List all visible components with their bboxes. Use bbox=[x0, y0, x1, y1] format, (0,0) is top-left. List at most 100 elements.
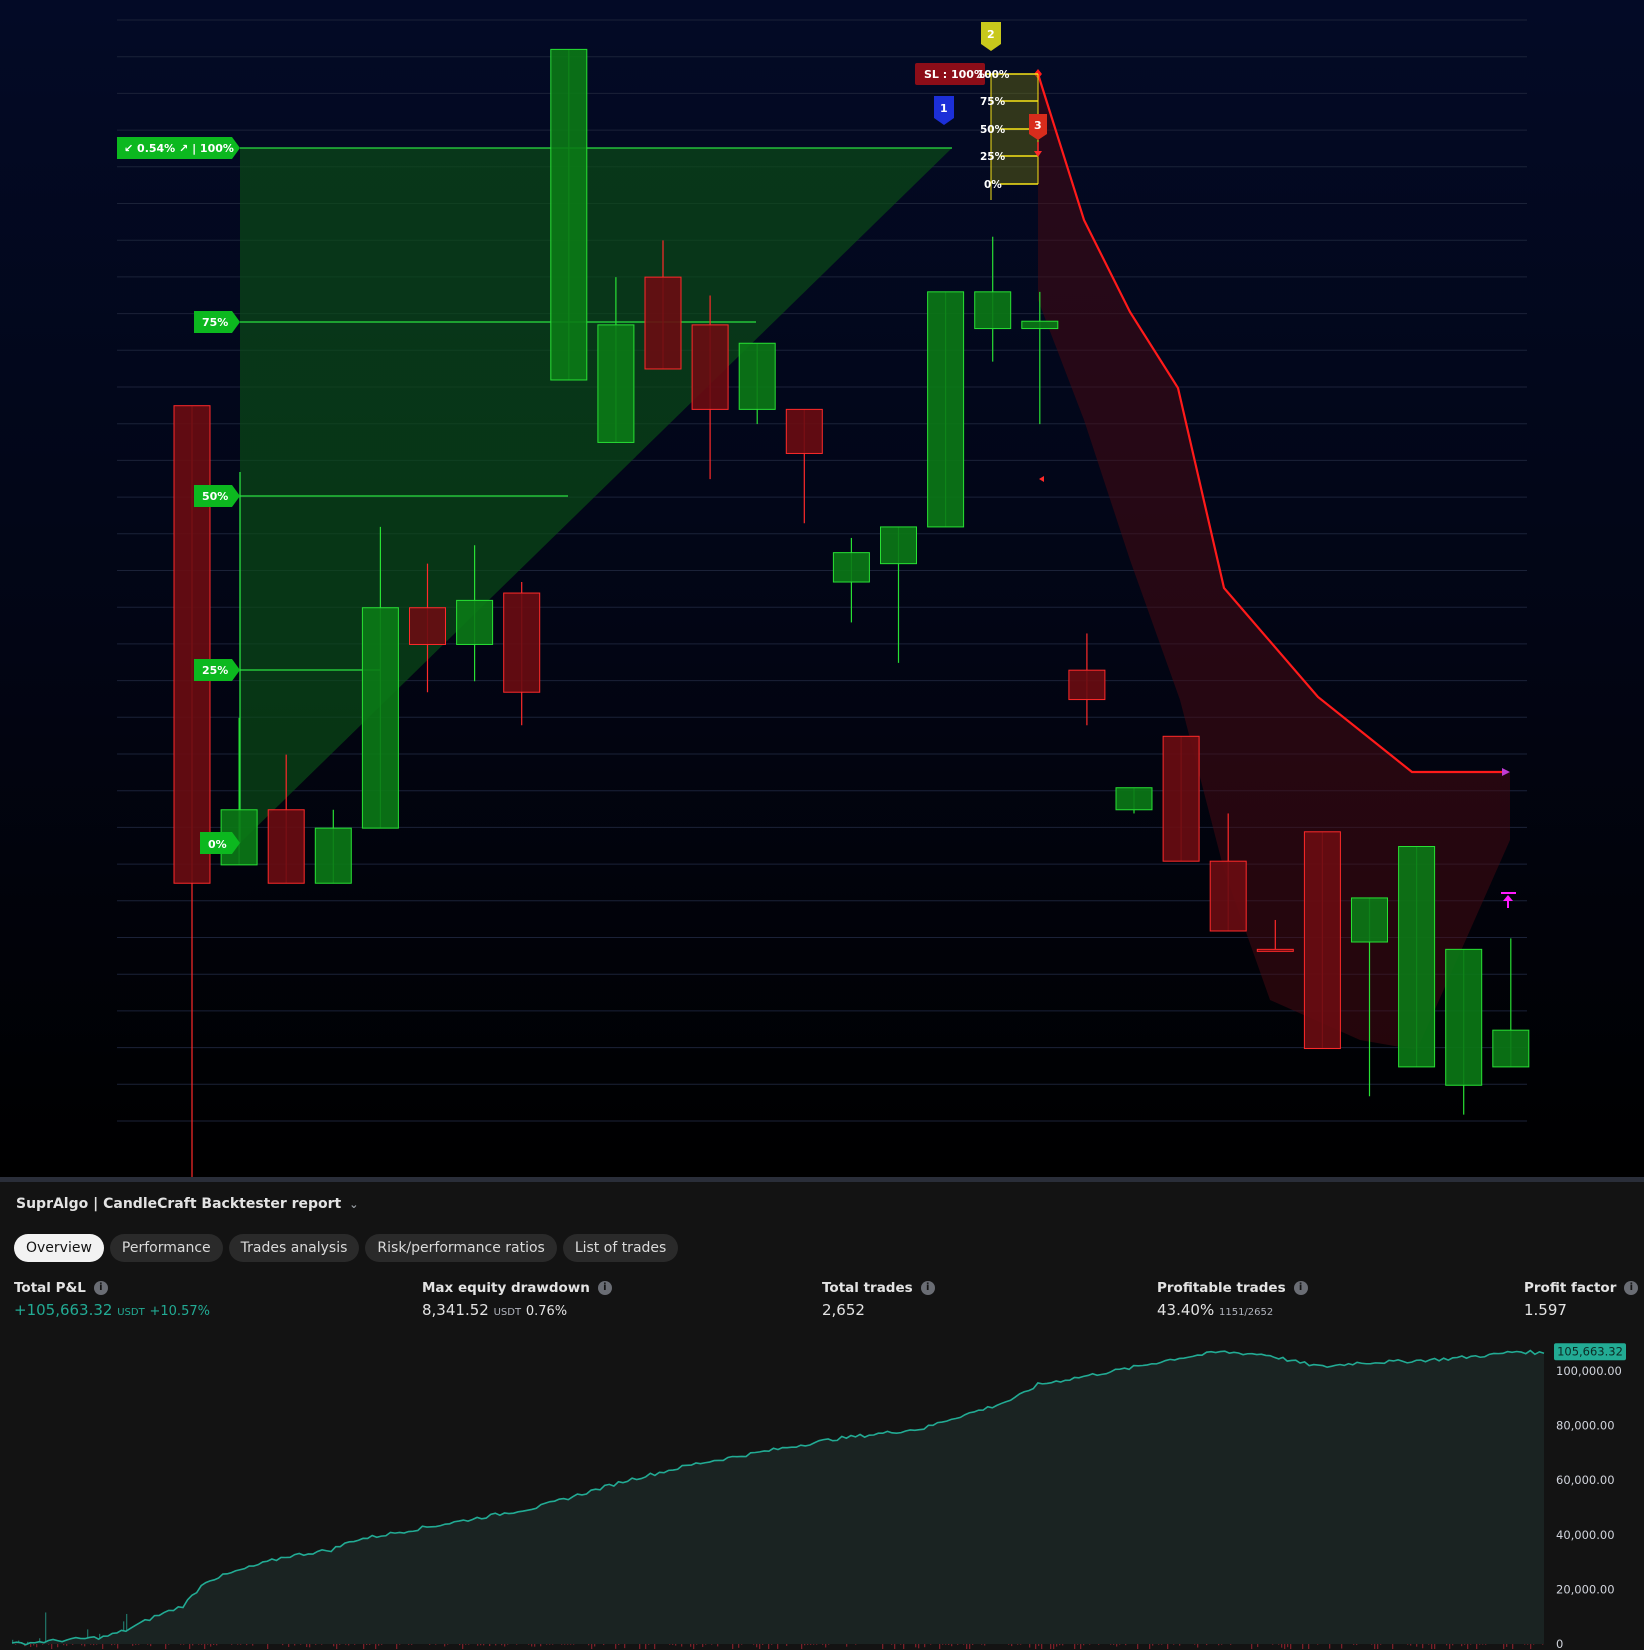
volume-bar bbox=[1098, 1644, 1100, 1645]
candle bbox=[974, 236, 1012, 362]
volume-bar bbox=[1287, 1644, 1289, 1648]
trade-marker-1[interactable]: 1 bbox=[934, 96, 954, 125]
short-trail-zone bbox=[1034, 69, 1510, 1050]
volume-bar bbox=[1281, 1644, 1283, 1648]
volume-bar bbox=[1290, 1644, 1292, 1649]
y-tick-label: 80,000.00 bbox=[1556, 1419, 1615, 1433]
tab-trades-analysis[interactable]: Trades analysis bbox=[228, 1234, 360, 1262]
volume-bar bbox=[1461, 1644, 1463, 1647]
volume-bar bbox=[807, 1644, 809, 1645]
volume-bar bbox=[570, 1644, 572, 1645]
volume-bar bbox=[1452, 1644, 1454, 1646]
volume-bar bbox=[804, 1644, 806, 1646]
volume-bar bbox=[1230, 1644, 1232, 1645]
volume-bar bbox=[1278, 1644, 1280, 1645]
volume-bar bbox=[180, 1644, 182, 1645]
tab-risk-performance-ratios[interactable]: Risk/performance ratios bbox=[365, 1234, 557, 1262]
volume-bar bbox=[240, 1644, 242, 1645]
volume-bar bbox=[1449, 1644, 1451, 1649]
volume-bar bbox=[33, 1644, 35, 1646]
volume-bar bbox=[1053, 1644, 1055, 1649]
trade-marker-2[interactable]: 2 bbox=[981, 22, 1001, 51]
volume-bar bbox=[1464, 1644, 1466, 1645]
chevron-down-icon[interactable]: ⌄ bbox=[349, 1198, 358, 1211]
tab-performance[interactable]: Performance bbox=[109, 1234, 223, 1262]
volume-bar bbox=[375, 1644, 377, 1649]
short-fib-level-100: 100% bbox=[977, 69, 1010, 81]
volume-bar bbox=[825, 1644, 827, 1648]
volume-bar bbox=[204, 1644, 206, 1649]
volume-bar bbox=[252, 1644, 254, 1646]
volume-bar bbox=[81, 1644, 83, 1646]
volume-bar bbox=[594, 1644, 596, 1647]
short-fib-level-25: 25% bbox=[980, 151, 1006, 163]
info-icon[interactable]: i bbox=[1624, 1281, 1639, 1295]
info-icon[interactable]: i bbox=[1293, 1281, 1308, 1295]
info-icon[interactable]: i bbox=[93, 1281, 108, 1295]
candle-body bbox=[1021, 320, 1059, 330]
volume-bar bbox=[1434, 1644, 1436, 1649]
info-icon[interactable]: i bbox=[597, 1281, 612, 1295]
candle-body bbox=[1445, 948, 1483, 1086]
svg-text:2: 2 bbox=[987, 28, 995, 41]
volume-bar bbox=[1485, 1644, 1487, 1645]
info-icon[interactable]: i bbox=[920, 1281, 935, 1295]
volume-bar bbox=[42, 1644, 44, 1645]
volume-bar bbox=[516, 1644, 518, 1645]
volume-bar bbox=[942, 1644, 944, 1645]
volume-bar bbox=[1251, 1644, 1253, 1649]
volume-bar bbox=[1077, 1644, 1079, 1645]
volume-bar bbox=[855, 1644, 857, 1645]
svg-text:3: 3 bbox=[1034, 119, 1042, 132]
volume-bar bbox=[189, 1644, 191, 1649]
volume-bar bbox=[210, 1644, 212, 1647]
volume-bar bbox=[501, 1644, 503, 1646]
volume-bar bbox=[408, 1644, 410, 1645]
candle-body bbox=[880, 526, 917, 565]
volume-bar bbox=[1062, 1644, 1064, 1646]
volume-bar bbox=[552, 1644, 554, 1645]
volume-bar bbox=[930, 1644, 932, 1645]
volume-bar bbox=[1392, 1644, 1394, 1649]
volume-bar bbox=[1479, 1644, 1481, 1645]
volume-bar bbox=[72, 1644, 74, 1645]
tab-list-of-trades[interactable]: List of trades bbox=[562, 1234, 679, 1262]
short-fib-level-0: 0% bbox=[984, 179, 1002, 191]
svg-text:25%: 25% bbox=[202, 664, 228, 677]
volume-bar bbox=[741, 1644, 743, 1645]
volume-bar bbox=[822, 1644, 824, 1645]
volume-bar bbox=[1317, 1644, 1319, 1645]
volume-bar bbox=[846, 1644, 848, 1647]
volume-bar bbox=[966, 1644, 968, 1649]
volume-bar bbox=[366, 1644, 368, 1646]
volume-bar bbox=[1470, 1644, 1472, 1645]
equity-curve-chart[interactable]: 100,000.00 80,000.00 60,000.00 40,000.00 20,… bbox=[0, 1314, 1644, 1650]
volume-bar bbox=[1011, 1644, 1013, 1647]
volume-bar bbox=[84, 1644, 86, 1647]
volume-bar bbox=[813, 1644, 815, 1645]
volume-bar bbox=[1380, 1644, 1382, 1645]
tab-overview[interactable]: Overview bbox=[14, 1234, 104, 1262]
candle bbox=[832, 537, 870, 623]
volume-bar bbox=[333, 1644, 335, 1647]
candle-body bbox=[1256, 948, 1294, 952]
candle bbox=[1492, 938, 1530, 1068]
candlestick-chart-svg[interactable]: ↙ 0.54% ↗ | 100% 75% 50% 25% 0% SL : 100… bbox=[0, 0, 1644, 1177]
candle-body bbox=[1351, 897, 1388, 943]
volume-bar bbox=[777, 1644, 779, 1649]
volume-bar bbox=[1080, 1644, 1082, 1649]
volume-bar bbox=[690, 1644, 692, 1647]
volume-bar bbox=[654, 1644, 656, 1649]
volume-bar bbox=[1428, 1644, 1430, 1645]
price-chart[interactable]: ↙ 0.54% ↗ | 100% 75% 50% 25% 0% SL : 100… bbox=[0, 0, 1644, 1177]
volume-bar bbox=[465, 1644, 467, 1645]
y-tick-label: 60,000.00 bbox=[1556, 1473, 1615, 1487]
volume-bar bbox=[495, 1644, 497, 1646]
candle bbox=[738, 342, 776, 425]
volume-bar bbox=[945, 1644, 947, 1645]
volume-bar bbox=[444, 1644, 446, 1647]
exit-marker-icon bbox=[1039, 476, 1044, 482]
report-title[interactable]: SuprAlgo | CandleCraft Backtester report… bbox=[16, 1196, 358, 1212]
stat-label: Total trades bbox=[822, 1280, 913, 1296]
volume-bar bbox=[948, 1644, 950, 1645]
